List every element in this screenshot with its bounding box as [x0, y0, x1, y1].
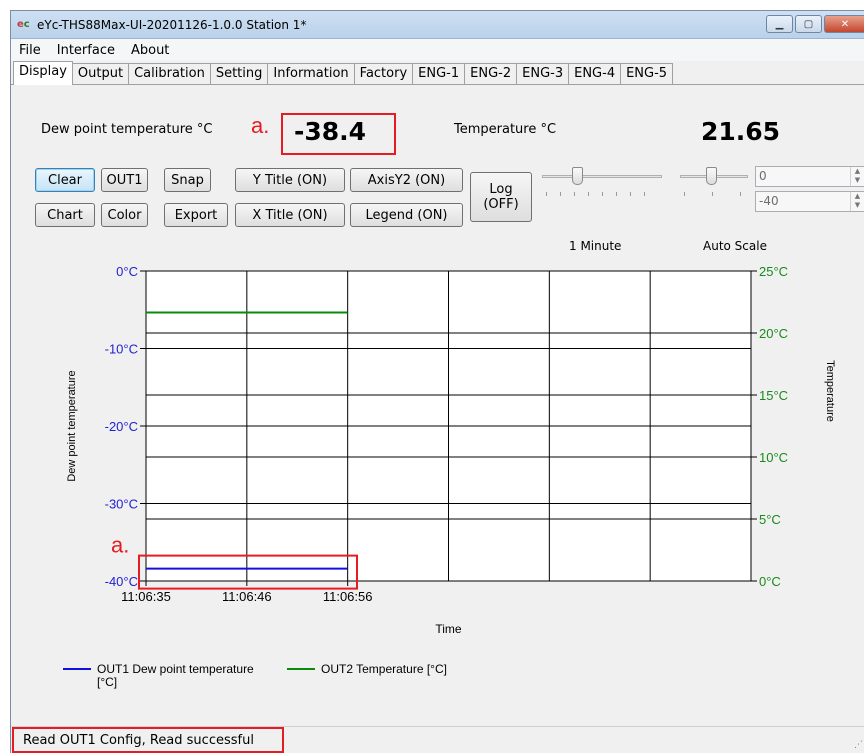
y-tick-label: 0°C	[116, 264, 138, 279]
y-axis-title: Dew point temperature	[66, 370, 78, 481]
log-button[interactable]: Log (OFF)	[470, 172, 532, 222]
y-title-button[interactable]: Y Title (ON)	[235, 168, 345, 192]
time-range-slider[interactable]	[538, 166, 666, 206]
tab-display[interactable]: Display	[13, 61, 73, 85]
chart-area[interactable]: 0°C -10°C -20°C -30°C -40°C 25°C 20°C 15°C 10°C 5…	[11, 251, 864, 717]
spinner-arrows-icon[interactable]: ▲ ▼	[850, 192, 864, 211]
dew-point-value: -38.4	[294, 117, 367, 146]
scale-slider[interactable]	[676, 166, 752, 206]
display-panel: Dew point temperature °C a. -38.4 Temper…	[11, 86, 864, 726]
app-window: ec eYc-THS88Max-UI-20201126-1.0.0 Statio…	[10, 10, 864, 753]
x-title-button[interactable]: X Title (ON)	[235, 203, 345, 227]
scale-max-value: 0	[759, 169, 767, 183]
y2-tick-label: 0°C	[759, 574, 781, 589]
scale-min-spinner[interactable]: -40 ▲ ▼	[755, 191, 864, 212]
scale-max-spinner[interactable]: 0 ▲ ▼	[755, 166, 864, 187]
menu-file[interactable]: File	[19, 43, 41, 58]
trend-chart: 0°C -10°C -20°C -30°C -40°C 25°C 20°C 15°C 10°C 5…	[63, 264, 836, 689]
tab-calibration[interactable]: Calibration	[128, 63, 211, 84]
close-button[interactable]: ✕	[824, 15, 864, 33]
y2-tick-label: 15°C	[759, 388, 788, 403]
tab-eng-3[interactable]: ENG-3	[516, 63, 570, 84]
tab-factory[interactable]: Factory	[353, 63, 414, 84]
legend-button[interactable]: Legend (ON)	[350, 203, 463, 227]
export-button[interactable]: Export	[164, 203, 228, 227]
scale-slider-thumb[interactable]	[706, 167, 717, 185]
y-tick-label: -40°C	[105, 574, 138, 589]
y2-axis-title: Temperature	[824, 360, 836, 422]
temperature-value: 21.65	[701, 117, 781, 146]
annotation-a-value: a.	[251, 113, 270, 138]
title-bar[interactable]: ec eYc-THS88Max-UI-20201126-1.0.0 Statio…	[11, 11, 864, 39]
eyc-logo-icon: ec	[17, 18, 30, 30]
dew-point-label: Dew point temperature °C	[41, 122, 213, 137]
tab-eng-4[interactable]: ENG-4	[568, 63, 622, 84]
spinner-arrows-icon[interactable]: ▲ ▼	[850, 167, 864, 186]
menu-bar: File Interface About	[11, 39, 864, 61]
tab-output[interactable]: Output	[71, 63, 130, 84]
legend-label-temperature: OUT2 Temperature [°C]	[321, 662, 447, 676]
out1-button[interactable]: OUT1	[101, 168, 148, 192]
resize-grip-icon[interactable]: ⋰	[854, 740, 863, 750]
log-button-state: (OFF)	[483, 197, 519, 212]
snap-button[interactable]: Snap	[164, 168, 211, 192]
axis-y2-button[interactable]: AxisY2 (ON)	[350, 168, 463, 192]
y2-tick-label: 5°C	[759, 512, 781, 527]
x-tick-label: 11:06:56	[323, 589, 373, 604]
log-button-label: Log	[489, 182, 513, 197]
y2-tick-label: 10°C	[759, 450, 788, 465]
annotation-a-chart: a.	[111, 533, 129, 558]
temperature-label: Temperature °C	[454, 122, 557, 137]
x-tick-label: 11:06:46	[222, 589, 272, 604]
color-button[interactable]: Color	[101, 203, 148, 227]
y2-tick-label: 25°C	[759, 264, 788, 279]
x-tick-label: 11:06:35	[121, 589, 171, 604]
x-axis-title: Time	[435, 622, 462, 636]
y-tick-label: -10°C	[105, 342, 138, 357]
y-tick-label: -30°C	[105, 497, 138, 512]
menu-interface[interactable]: Interface	[57, 43, 115, 58]
scale-min-value: -40	[759, 194, 779, 208]
minimize-button[interactable]: ▁	[766, 15, 793, 33]
legend-label-dew-point-unit: [°C]	[97, 675, 117, 689]
y2-tick-label: 20°C	[759, 326, 788, 341]
tab-setting[interactable]: Setting	[209, 63, 269, 84]
chart-button[interactable]: Chart	[35, 203, 95, 227]
status-bar: Read OUT1 Config, Read successful ⋰	[11, 726, 864, 753]
tab-eng-2[interactable]: ENG-2	[464, 63, 518, 84]
y-tick-label: -20°C	[105, 419, 138, 434]
tab-strip: Display Output Calibration Setting Infor…	[11, 61, 864, 85]
annotation-box-status	[12, 727, 284, 753]
time-slider-thumb[interactable]	[572, 167, 583, 185]
tab-eng-1[interactable]: ENG-1	[412, 63, 466, 84]
tab-eng-5[interactable]: ENG-5	[620, 63, 674, 84]
window-title: eYc-THS88Max-UI-20201126-1.0.0 Station 1…	[37, 17, 307, 32]
menu-about[interactable]: About	[131, 43, 169, 58]
tab-information[interactable]: Information	[267, 63, 355, 84]
maximize-button[interactable]: ▢	[795, 15, 822, 33]
legend-label-dew-point: OUT1 Dew point temperature	[97, 662, 254, 676]
clear-button[interactable]: Clear	[35, 168, 95, 192]
